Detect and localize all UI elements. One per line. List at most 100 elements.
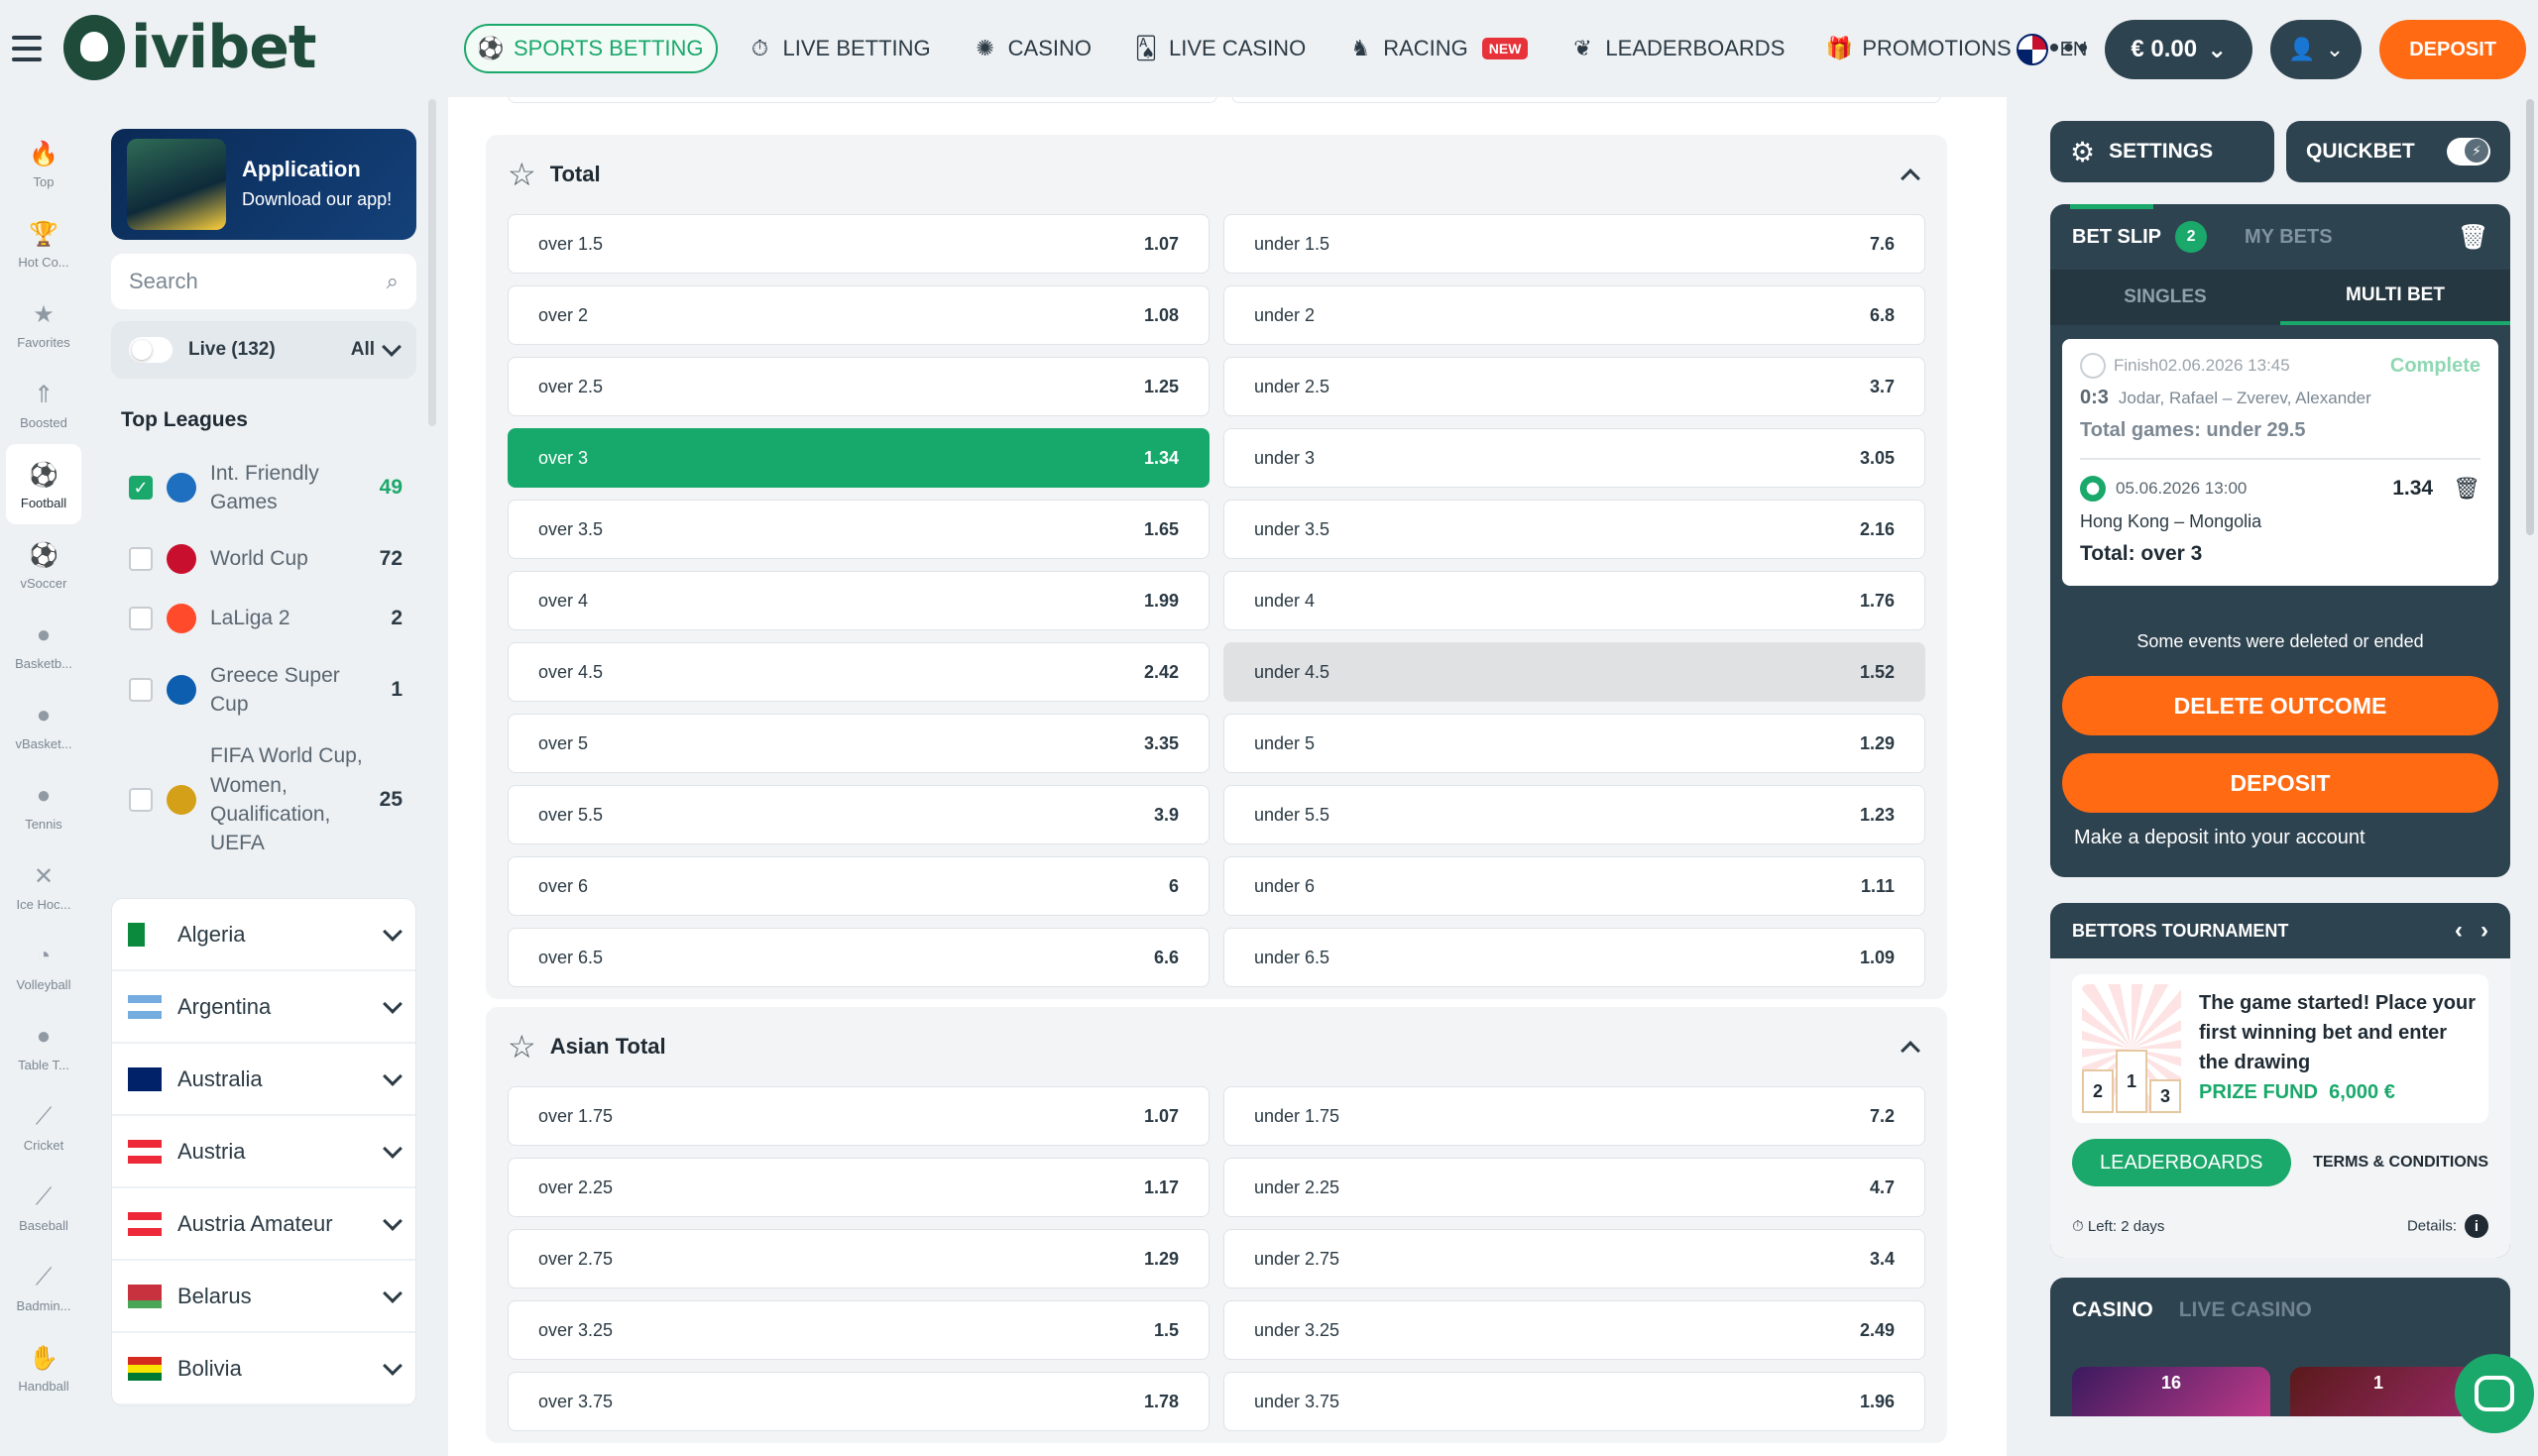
odds-button[interactable]: under 3 3.05 (1223, 428, 1925, 488)
quickbet-button[interactable]: QUICKBET (2286, 121, 2510, 182)
rail-item-baseball[interactable]: ⟋ Baseball (6, 1167, 81, 1247)
sidebar-scrollbar[interactable] (428, 99, 436, 426)
odds-button[interactable]: under 4.5 1.52 (1223, 642, 1925, 702)
odds-button[interactable]: over 2 1.08 (508, 285, 1210, 345)
odds-button[interactable]: over 1.5 1.07 (508, 214, 1210, 274)
tab-singles[interactable]: SINGLES (2050, 270, 2280, 325)
page-scrollbar[interactable] (2526, 99, 2534, 535)
odds-button[interactable]: under 3.5 2.16 (1223, 500, 1925, 559)
nav-sports-betting[interactable]: ⚽ SPORTS BETTING (464, 24, 718, 73)
my-bets-tab[interactable]: MY BETS (2245, 226, 2333, 249)
rail-item-football[interactable]: ⚽ Football (6, 444, 81, 524)
odds-button[interactable]: over 5.5 3.9 (508, 785, 1210, 844)
country-item[interactable]: Austria (112, 1116, 415, 1188)
odds-button[interactable]: under 3.25 2.49 (1223, 1300, 1925, 1360)
odds-button[interactable]: over 6.5 6.6 (508, 928, 1210, 987)
tab-multi-bet[interactable]: MULTI BET (2280, 270, 2510, 325)
rail-item-tennis[interactable]: ● Tennis (6, 765, 81, 845)
rail-item-vsoccer[interactable]: ⚽ vSoccer (6, 524, 81, 605)
chevron-down-icon[interactable] (383, 1065, 403, 1086)
casino-game-tile[interactable]: 16 (2072, 1367, 2270, 1416)
league-item[interactable]: FIFA World Cup, Women, Qualification, UE… (111, 731, 416, 868)
user-menu-button[interactable]: 👤 ⌄ (2270, 20, 2363, 79)
nav-casino[interactable]: ✺ CASINO (961, 24, 1103, 73)
app-download-banner[interactable]: Application Download our app! (111, 129, 416, 240)
league-item[interactable]: ✓ Int. Friendly Games 49 (111, 446, 416, 529)
tab-casino[interactable]: CASINO (2072, 1298, 2153, 1322)
header-deposit-button[interactable]: DEPOSIT (2379, 20, 2526, 79)
rail-item-top[interactable]: 🔥 Top (6, 123, 81, 203)
site-logo[interactable]: ivibet (63, 12, 317, 83)
odds-button[interactable]: under 1.75 7.2 (1223, 1086, 1925, 1146)
market-header[interactable]: ☆ Total (508, 135, 1925, 214)
odds-button[interactable]: over 3.25 1.5 (508, 1300, 1210, 1360)
rail-item-basketb[interactable]: ● Basketb... (6, 605, 81, 685)
league-checkbox[interactable] (129, 607, 153, 630)
bet-slip-tab[interactable]: BET SLIP (2072, 226, 2161, 249)
league-item[interactable]: Greece Super Cup 1 (111, 648, 416, 731)
tab-live-casino[interactable]: LIVE CASINO (2179, 1298, 2312, 1322)
delete-outcome-button[interactable]: DELETE OUTCOME (2062, 676, 2498, 735)
rail-item-badmin[interactable]: ⟋ Badmin... (6, 1247, 81, 1327)
settings-button[interactable]: ⚙ SETTINGS (2050, 121, 2274, 182)
live-toggle[interactable] (129, 337, 173, 363)
country-item[interactable]: Algeria (112, 899, 415, 971)
chevron-down-icon[interactable] (383, 1355, 403, 1376)
trash-icon[interactable]: 🗑 (2459, 223, 2488, 252)
trash-icon[interactable]: 🗑 (2453, 476, 2480, 502)
odds-button[interactable]: under 5.5 1.23 (1223, 785, 1925, 844)
rail-item-cricket[interactable]: ⟋ Cricket (6, 1086, 81, 1167)
chevron-down-icon[interactable] (383, 1283, 403, 1303)
odds-button[interactable]: over 2.25 1.17 (508, 1158, 1210, 1217)
search-icon[interactable]: ⌕ (387, 269, 399, 294)
odds-button[interactable]: over 3 1.34 (508, 428, 1210, 488)
odds-button[interactable]: over 6 6 (508, 856, 1210, 916)
chevron-down-icon[interactable] (383, 921, 403, 942)
nav-leaderboards[interactable]: ❦ LEADERBOARDS (1557, 24, 1796, 73)
odds-button[interactable]: over 4.5 2.42 (508, 642, 1210, 702)
odds-button[interactable]: under 3.75 1.96 (1223, 1372, 1925, 1431)
nav-racing[interactable]: ♞ RACING NEW (1335, 24, 1540, 73)
rail-item-handball[interactable]: ✋ Handball (6, 1327, 81, 1407)
rail-item-boosted[interactable]: ⇑ Boosted (6, 364, 81, 444)
quickbet-toggle[interactable] (2446, 138, 2490, 166)
chevron-down-icon[interactable] (383, 993, 403, 1014)
market-header[interactable]: ☆ Asian Total (508, 1007, 1925, 1086)
chevron-up-icon[interactable] (1901, 1041, 1920, 1061)
leaderboards-button[interactable]: LEADERBOARDS (2072, 1139, 2291, 1186)
chevron-down-icon[interactable] (383, 1210, 403, 1231)
chevron-up-icon[interactable] (1901, 168, 1920, 188)
chevron-left-icon[interactable]: ‹ (2455, 917, 2463, 945)
language-selector[interactable]: EN (2016, 34, 2087, 65)
rail-item-hot-co[interactable]: 🏆 Hot Co... (6, 203, 81, 283)
slip-deposit-button[interactable]: DEPOSIT (2062, 753, 2498, 813)
odds-button[interactable]: over 1.75 1.07 (508, 1086, 1210, 1146)
odds-button[interactable]: under 2 6.8 (1223, 285, 1925, 345)
odds-button[interactable]: under 1.5 7.6 (1223, 214, 1925, 274)
nav-live-casino[interactable]: 🂡 LIVE CASINO (1121, 24, 1318, 73)
odds-button[interactable]: over 2.5 1.25 (508, 357, 1210, 416)
odds-button[interactable]: over 2.75 1.29 (508, 1229, 1210, 1288)
star-icon[interactable]: ☆ (508, 156, 536, 193)
odds-button[interactable]: under 5 1.29 (1223, 714, 1925, 773)
terms-link[interactable]: TERMS & CONDITIONS (2313, 1154, 2488, 1172)
league-checkbox[interactable] (129, 678, 153, 702)
details-link[interactable]: Details: i (2407, 1214, 2488, 1238)
search-box[interactable]: Search ⌕ (111, 254, 416, 309)
odds-button[interactable]: under 6.5 1.09 (1223, 928, 1925, 987)
rail-item-favorites[interactable]: ★ Favorites (6, 283, 81, 364)
info-icon[interactable]: i (2465, 1214, 2488, 1238)
country-item[interactable]: Argentina (112, 971, 415, 1044)
odds-button[interactable]: under 2.25 4.7 (1223, 1158, 1925, 1217)
country-item[interactable]: Belarus (112, 1261, 415, 1333)
league-item[interactable]: World Cup 72 (111, 529, 416, 589)
nav-live-betting[interactable]: ⏱ LIVE BETTING (736, 24, 943, 73)
league-checkbox[interactable]: ✓ (129, 476, 153, 500)
rail-item-vbasket[interactable]: ● vBasket... (6, 685, 81, 765)
country-item[interactable]: Bolivia (112, 1333, 415, 1405)
odds-button[interactable]: under 2.5 3.7 (1223, 357, 1925, 416)
country-item[interactable]: Austria Amateur (112, 1188, 415, 1261)
star-icon[interactable]: ☆ (508, 1028, 536, 1065)
chevron-down-icon[interactable] (383, 1138, 403, 1159)
odds-button[interactable]: under 6 1.11 (1223, 856, 1925, 916)
